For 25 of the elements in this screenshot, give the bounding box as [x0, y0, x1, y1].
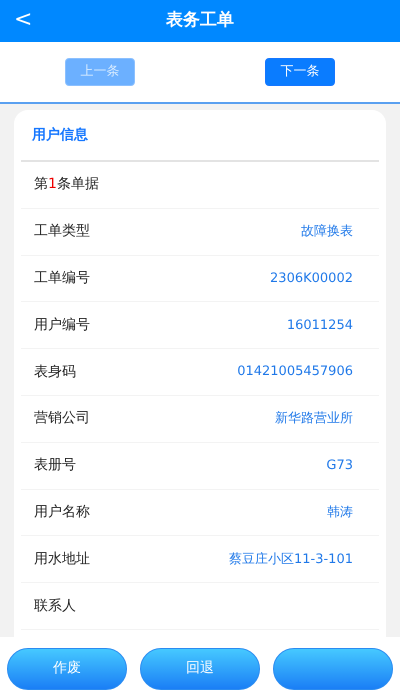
field-value: 2306K00002	[270, 270, 353, 288]
page-title: 表务工单	[166, 9, 234, 32]
field-value: 新华路营业所	[275, 410, 353, 428]
field-label: 用户编号	[34, 316, 90, 335]
field-value: 01421005457906	[237, 363, 353, 382]
field-label: 表身码	[34, 362, 76, 382]
field-value: 韩涛	[327, 504, 353, 522]
field-label: 表册号	[34, 456, 76, 476]
field-label: 工单编号	[34, 268, 90, 288]
action-button[interactable]	[273, 648, 393, 690]
section-title: 用户信息	[32, 126, 88, 144]
field-value: 16011254	[286, 316, 353, 335]
back-button[interactable]: <	[10, 6, 36, 34]
action-button[interactable]: 作废	[7, 648, 127, 690]
field-value: 故障换表	[301, 222, 353, 241]
action-button[interactable]: 回退	[140, 648, 260, 690]
field-label: 工单类型	[34, 222, 90, 242]
field-value: 蔡豆庄小区11-3-101	[228, 550, 353, 569]
field-label: 用水地址	[34, 550, 90, 569]
field-value: G73	[326, 456, 353, 475]
field-label: 营销公司	[34, 409, 90, 428]
next-button[interactable]: 下一条	[265, 58, 335, 86]
field-label: 用户名称	[34, 502, 90, 522]
record-title: 第1条单据	[34, 175, 99, 194]
field-label: 联系人	[34, 596, 76, 616]
